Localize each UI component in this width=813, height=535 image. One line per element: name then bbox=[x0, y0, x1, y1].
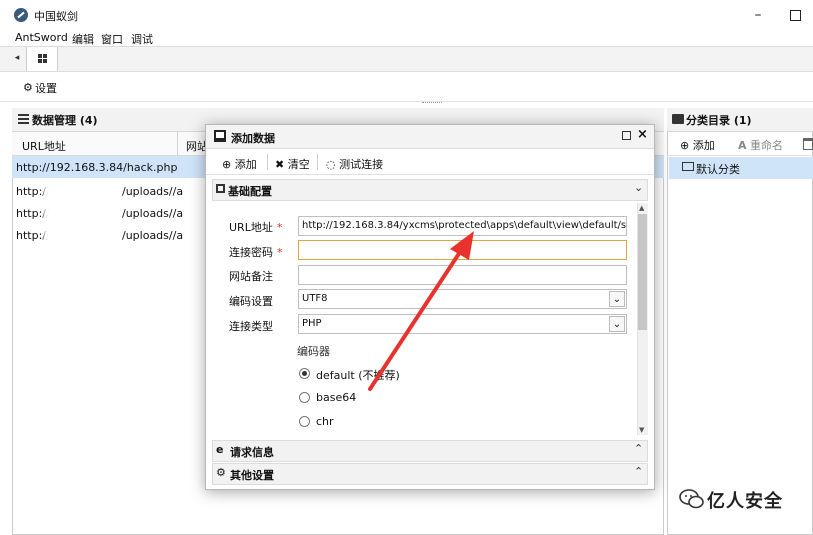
redaction-blur bbox=[44, 228, 124, 242]
close-icon: ✖ bbox=[275, 158, 285, 171]
settings-link[interactable]: 设置 bbox=[35, 80, 57, 96]
gears-icon: ⚙ bbox=[216, 466, 226, 479]
section-request-title: 请求信息 bbox=[230, 446, 274, 459]
chevron-up-icon[interactable]: ⌃ bbox=[634, 465, 643, 478]
encoder-title: 编码器 bbox=[297, 345, 330, 358]
scroll-up-icon[interactable]: ▲ bbox=[639, 204, 644, 212]
dialog-close-button[interactable]: × bbox=[637, 127, 648, 142]
remark-label: 网站备注 bbox=[229, 270, 273, 283]
table-cell-url-suffix: /uploads//a bbox=[122, 229, 184, 242]
tab-home-grid-icon[interactable] bbox=[26, 47, 58, 71]
font-icon: A bbox=[738, 139, 747, 152]
chevron-down-icon[interactable]: ⌄ bbox=[609, 291, 625, 307]
section-other-title: 其他设置 bbox=[230, 469, 274, 482]
radio-encoder-default[interactable] bbox=[299, 368, 310, 379]
category-item-label: 默认分类 bbox=[696, 163, 740, 176]
category-add-label: 添加 bbox=[692, 139, 715, 152]
dialog-clear-button[interactable]: ✖ 清空 bbox=[275, 156, 310, 172]
watermark-text: 亿人安全 bbox=[707, 491, 783, 512]
chevron-down-icon[interactable]: ⌄ bbox=[609, 316, 625, 332]
required-mark: * bbox=[277, 246, 283, 259]
maximize-button[interactable] bbox=[784, 4, 806, 26]
menu-window[interactable]: 窗口 bbox=[101, 31, 123, 47]
toolbar-separator bbox=[267, 154, 268, 170]
radio-encoder-base64[interactable] bbox=[299, 392, 310, 403]
trash-icon[interactable] bbox=[803, 138, 813, 150]
dialog-test-label: 测试连接 bbox=[339, 158, 384, 171]
tab-scroll-left-icon[interactable]: ◂ bbox=[12, 50, 22, 66]
dialog-add-button[interactable]: ⊕ 添加 bbox=[222, 156, 257, 172]
table-cell-url-suffix: /uploads//a bbox=[122, 207, 184, 220]
connection-type-label: 连接类型 bbox=[229, 320, 273, 333]
encoding-label: 编码设置 bbox=[229, 295, 273, 308]
plus-circle-icon: ⊕ bbox=[680, 139, 690, 152]
tab-strip bbox=[0, 46, 813, 72]
required-mark: * bbox=[276, 221, 283, 234]
ie-icon: e bbox=[216, 443, 224, 456]
scroll-down-icon[interactable]: ▼ bbox=[639, 426, 644, 434]
column-divider[interactable] bbox=[177, 132, 178, 156]
antsword-app-icon bbox=[14, 8, 28, 22]
url-label-text: URL地址 bbox=[229, 221, 273, 234]
chevron-down-icon[interactable]: ⌄ bbox=[634, 181, 643, 194]
section-request-info[interactable] bbox=[212, 440, 648, 462]
password-label: 连接密码 * bbox=[229, 244, 283, 260]
password-input[interactable] bbox=[298, 240, 627, 260]
dialog-toolbar bbox=[206, 149, 654, 175]
connection-type-select[interactable]: PHP bbox=[298, 314, 627, 334]
password-label-text: 连接密码 bbox=[229, 246, 273, 259]
scrollbar-thumb[interactable] bbox=[638, 214, 647, 330]
spinner-icon: ◌ bbox=[326, 158, 336, 171]
category-rename-label: 重命名 bbox=[750, 139, 784, 152]
config-icon bbox=[216, 184, 225, 193]
wechat-logo-icon bbox=[679, 489, 704, 509]
table-cell-url: http://192.168.3.84/hack.php bbox=[16, 161, 178, 174]
remark-input[interactable] bbox=[298, 265, 627, 285]
splitter-handle[interactable] bbox=[422, 102, 442, 105]
menu-edit[interactable]: 编辑 bbox=[72, 31, 94, 47]
plus-circle-icon: ⊕ bbox=[222, 158, 232, 171]
menu-antsword[interactable]: AntSword bbox=[15, 31, 68, 44]
window-icon bbox=[214, 130, 226, 142]
list-icon bbox=[18, 114, 29, 124]
url-label: URL地址 * bbox=[229, 219, 282, 235]
menu-bar: AntSword 编辑 窗口 调试 bbox=[0, 30, 813, 46]
gear-icon: ⚙ bbox=[23, 81, 33, 94]
redaction-blur bbox=[44, 206, 124, 220]
data-panel-title: 数据管理 (4) bbox=[32, 114, 98, 127]
redaction-blur bbox=[44, 184, 124, 198]
settings-bar bbox=[0, 72, 813, 102]
radio-encoder-chr[interactable] bbox=[299, 416, 310, 427]
url-input[interactable]: http://192.168.3.84/yxcms\protected\apps… bbox=[298, 216, 627, 236]
category-add-button[interactable]: ⊕ 添加 bbox=[680, 137, 715, 153]
radio-label-base64: base64 bbox=[316, 391, 357, 404]
category-panel-title: 分类目录 (1) bbox=[686, 114, 752, 127]
dialog-maximize-button[interactable] bbox=[622, 131, 631, 140]
window-titlebar bbox=[0, 0, 813, 30]
category-rename-button[interactable]: A 重命名 bbox=[738, 137, 783, 153]
folder-open-icon bbox=[682, 162, 694, 171]
dialog-clear-label: 清空 bbox=[287, 158, 310, 171]
toolbar-separator bbox=[317, 154, 318, 170]
radio-label-default: default (不推荐) bbox=[316, 369, 400, 382]
window-title: 中国蚁剑 bbox=[34, 10, 78, 23]
column-header-url[interactable]: URL地址 bbox=[22, 138, 66, 154]
radio-label-chr: chr bbox=[316, 415, 334, 428]
encoding-select[interactable]: UTF8 bbox=[298, 289, 627, 309]
dialog-add-label: 添加 bbox=[234, 158, 257, 171]
section-basic-config[interactable] bbox=[212, 179, 648, 201]
folder-icon bbox=[672, 114, 684, 124]
section-basic-title: 基础配置 bbox=[228, 185, 272, 198]
menu-debug[interactable]: 调试 bbox=[131, 31, 153, 47]
minimize-button[interactable]: – bbox=[747, 4, 769, 26]
dialog-test-connection-button[interactable]: ◌ 测试连接 bbox=[326, 156, 383, 172]
dialog-title: 添加数据 bbox=[231, 132, 275, 145]
chevron-up-icon[interactable]: ⌃ bbox=[634, 442, 643, 455]
section-other-settings[interactable] bbox=[212, 463, 648, 485]
table-cell-url-suffix: /uploads//a bbox=[122, 185, 184, 198]
